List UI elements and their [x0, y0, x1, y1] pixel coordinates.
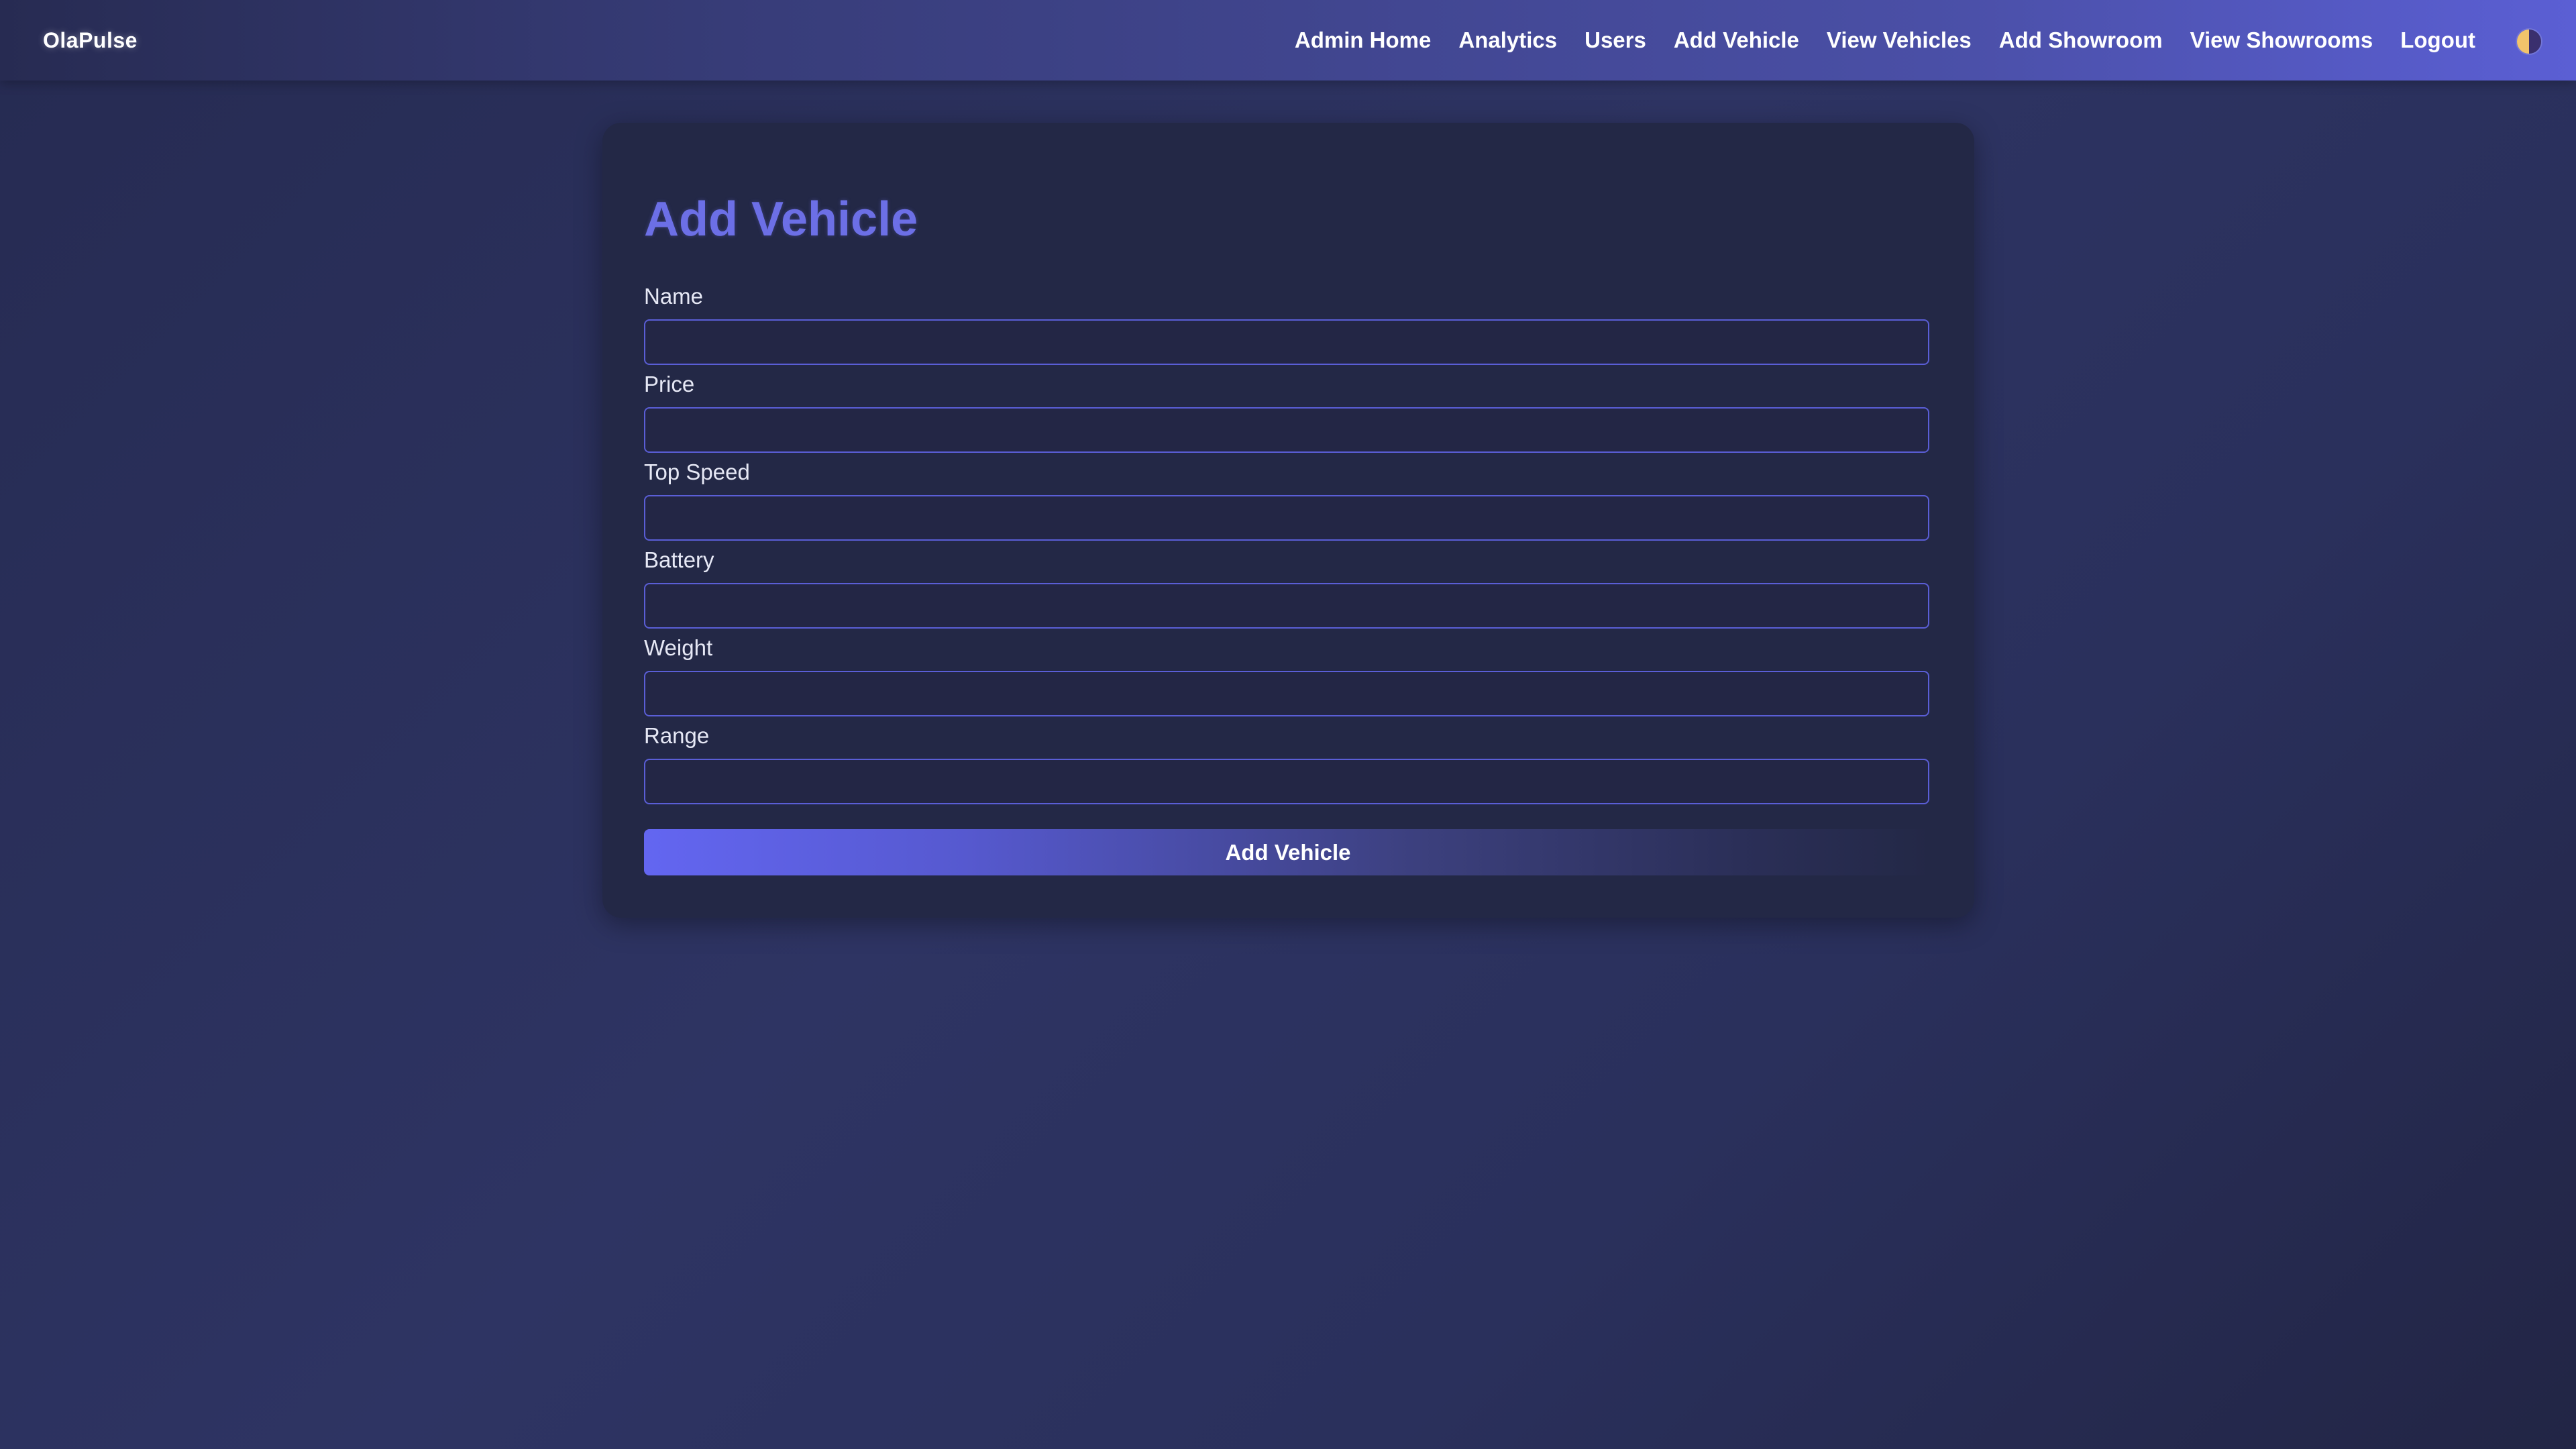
theme-toggle-icon[interactable]	[2517, 30, 2541, 54]
weight-label: Weight	[644, 635, 713, 660]
nav-links: Admin Home Analytics Users Add Vehicle V…	[1295, 0, 2475, 80]
name-label: Name	[644, 284, 704, 309]
nav-link-admin-home[interactable]: Admin Home	[1295, 28, 1432, 53]
top-speed-input[interactable]	[644, 495, 1929, 541]
range-input[interactable]	[644, 759, 1929, 804]
range-label: Range	[644, 723, 710, 748]
battery-label: Battery	[644, 547, 714, 572]
add-vehicle-submit-button[interactable]: Add Vehicle	[644, 829, 1932, 875]
nav-link-analytics[interactable]: Analytics	[1458, 28, 1557, 53]
top-speed-label: Top Speed	[644, 460, 750, 484]
nav-link-users[interactable]: Users	[1585, 28, 1646, 53]
nav-link-view-showrooms[interactable]: View Showrooms	[2190, 28, 2373, 53]
top-navbar: OlaPulse Admin Home Analytics Users Add …	[0, 0, 2576, 80]
nav-link-view-vehicles[interactable]: View Vehicles	[1827, 28, 1972, 53]
price-label: Price	[644, 372, 695, 396]
page-title: Add Vehicle	[644, 193, 918, 246]
battery-input[interactable]	[644, 583, 1929, 629]
add-vehicle-card: Add Vehicle Name Price Top Speed Battery…	[602, 123, 1974, 918]
price-input[interactable]	[644, 407, 1929, 453]
name-input[interactable]	[644, 319, 1929, 365]
nav-link-add-vehicle[interactable]: Add Vehicle	[1674, 28, 1799, 53]
nav-link-add-showroom[interactable]: Add Showroom	[1999, 28, 2163, 53]
nav-link-logout[interactable]: Logout	[2400, 28, 2475, 53]
weight-input[interactable]	[644, 671, 1929, 716]
brand-logo[interactable]: OlaPulse	[43, 0, 138, 80]
